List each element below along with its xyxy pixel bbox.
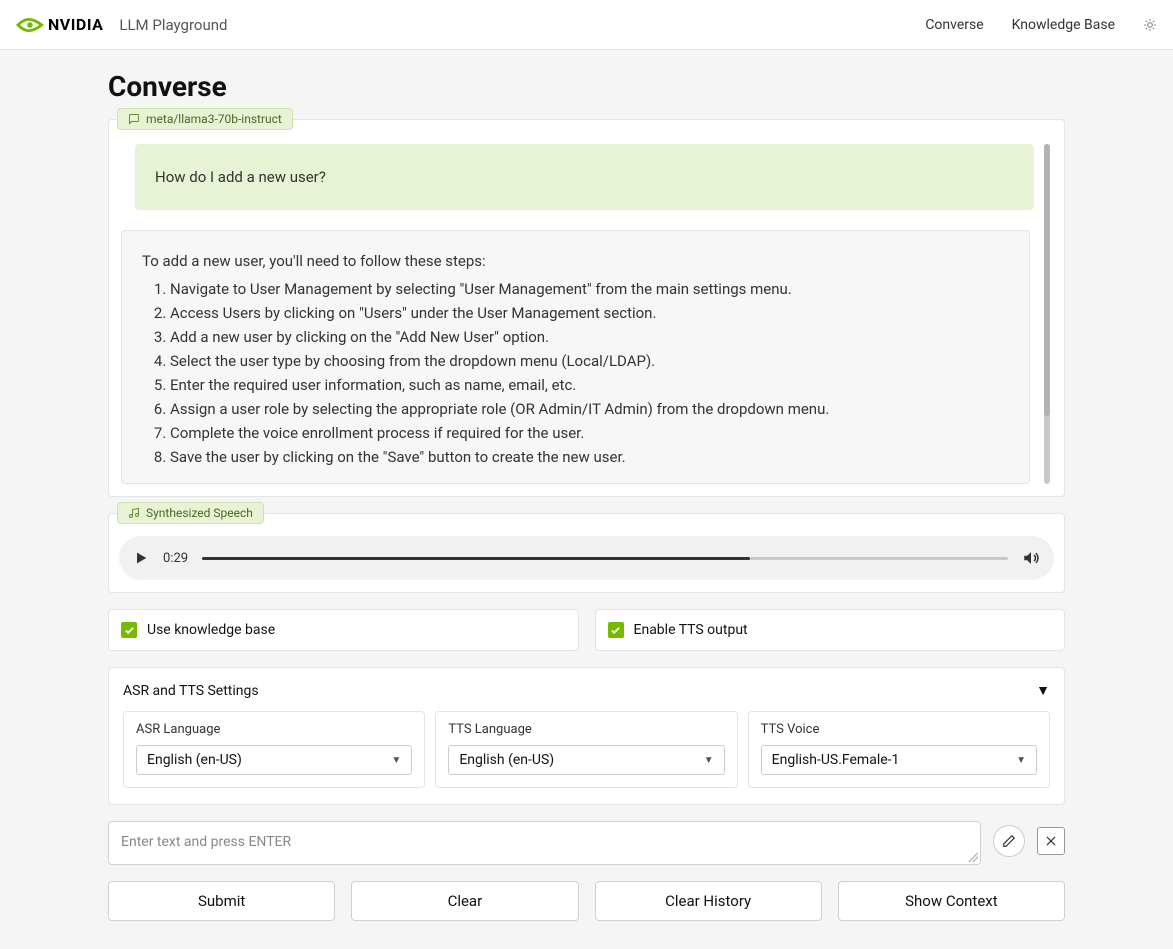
chat-icon	[128, 113, 140, 125]
settings-toggle-header[interactable]: ASR and TTS Settings ▼	[123, 682, 1050, 699]
play-icon	[133, 550, 149, 566]
nav-knowledge-base[interactable]: Knowledge Base	[1012, 17, 1115, 33]
audio-panel: Synthesized Speech 0:29	[108, 513, 1065, 593]
sun-icon	[1143, 18, 1157, 32]
list-item: Save the user by clicking on the "Save" …	[170, 445, 1009, 469]
chevron-down-icon: ▼	[1016, 755, 1026, 766]
settings-title: ASR and TTS Settings	[123, 683, 259, 699]
pencil-icon	[1002, 834, 1016, 848]
input-placeholder: Enter text and press ENTER	[121, 834, 291, 850]
enable-tts-card: Enable TTS output	[595, 609, 1066, 651]
tts-voice-setting: TTS Voice English-US.Female-1 ▼	[748, 711, 1050, 788]
close-icon	[1044, 834, 1058, 848]
list-item: Add a new user by clicking on the "Add N…	[170, 325, 1009, 349]
brand-text: NVIDIA	[48, 15, 103, 34]
tts-voice-label: TTS Voice	[761, 722, 1037, 737]
check-icon	[124, 625, 135, 636]
asr-language-value: English (en-US)	[147, 752, 242, 768]
model-tag-text: meta/llama3-70b-instruct	[146, 112, 282, 126]
nav-converse[interactable]: Converse	[925, 17, 983, 33]
asr-language-setting: ASR Language English (en-US) ▼	[123, 711, 425, 788]
submit-button[interactable]: Submit	[108, 881, 335, 921]
volume-icon	[1022, 549, 1040, 567]
app-header: NVIDIA LLM Playground Converse Knowledge…	[0, 0, 1173, 50]
chat-panel: meta/llama3-70b-instruct How do I add a …	[108, 119, 1065, 497]
show-context-button[interactable]: Show Context	[838, 881, 1065, 921]
assistant-steps-list: Navigate to User Management by selecting…	[166, 277, 1009, 469]
list-item: Navigate to User Management by selecting…	[170, 277, 1009, 301]
clear-history-button[interactable]: Clear History	[595, 881, 822, 921]
chevron-down-icon: ▼	[391, 755, 401, 766]
header-nav: Converse Knowledge Base	[925, 17, 1157, 33]
assistant-message: To add a new user, you'll need to follow…	[121, 230, 1030, 484]
list-item: Access Users by clicking on "Users" unde…	[170, 301, 1009, 325]
app-title: LLM Playground	[119, 16, 227, 34]
enable-tts-label: Enable TTS output	[634, 622, 748, 638]
theme-toggle-button[interactable]	[1143, 18, 1157, 32]
audio-player: 0:29	[119, 536, 1054, 580]
play-button[interactable]	[133, 550, 149, 566]
tts-language-select[interactable]: English (en-US) ▼	[448, 745, 724, 775]
check-icon	[610, 625, 621, 636]
assistant-intro: To add a new user, you'll need to follow…	[142, 249, 1009, 273]
list-item: Enter the required user information, suc…	[170, 373, 1009, 397]
use-kb-label: Use knowledge base	[147, 622, 275, 638]
cancel-button[interactable]	[1037, 827, 1065, 855]
page-title: Converse	[108, 70, 1065, 103]
asr-language-select[interactable]: English (en-US) ▼	[136, 745, 412, 775]
enable-tts-checkbox[interactable]	[608, 622, 624, 638]
use-kb-card: Use knowledge base	[108, 609, 579, 651]
list-item: Complete the voice enrollment process if…	[170, 421, 1009, 445]
tts-voice-value: English-US.Female-1	[772, 752, 900, 768]
audio-tag: Synthesized Speech	[117, 502, 264, 524]
tts-language-value: English (en-US)	[459, 752, 554, 768]
asr-tts-settings-panel: ASR and TTS Settings ▼ ASR Language Engl…	[108, 667, 1065, 805]
tts-language-setting: TTS Language English (en-US) ▼	[435, 711, 737, 788]
list-item: Select the user type by choosing from th…	[170, 349, 1009, 373]
list-item: Assign a user role by selecting the appr…	[170, 397, 1009, 421]
tts-language-label: TTS Language	[448, 722, 724, 737]
volume-button[interactable]	[1022, 549, 1040, 567]
clear-button[interactable]: Clear	[351, 881, 578, 921]
tts-voice-select[interactable]: English-US.Female-1 ▼	[761, 745, 1037, 775]
user-message: How do I add a new user?	[135, 144, 1034, 210]
model-tag: meta/llama3-70b-instruct	[117, 108, 293, 130]
logo-block: NVIDIA LLM Playground	[16, 15, 227, 35]
use-kb-checkbox[interactable]	[121, 622, 137, 638]
audio-progress-fill	[202, 557, 750, 560]
chat-scrollbar[interactable]	[1044, 144, 1050, 484]
nvidia-eye-icon	[16, 15, 44, 35]
nvidia-logo: NVIDIA	[16, 15, 103, 35]
chevron-down-icon: ▼	[704, 755, 714, 766]
audio-time: 0:29	[163, 551, 188, 566]
chat-text-input[interactable]: Enter text and press ENTER	[108, 821, 981, 865]
audio-seek-track[interactable]	[202, 557, 1008, 560]
collapse-caret-icon: ▼	[1036, 682, 1050, 699]
audio-tag-text: Synthesized Speech	[146, 506, 253, 520]
edit-button[interactable]	[993, 825, 1025, 857]
music-icon	[128, 507, 140, 519]
asr-language-label: ASR Language	[136, 722, 412, 737]
